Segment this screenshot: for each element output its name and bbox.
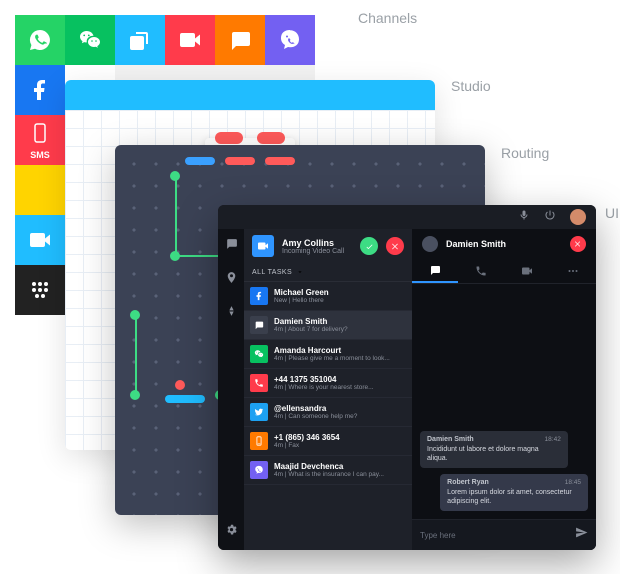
incoming-name: Amy Collins xyxy=(282,238,352,248)
label-studio: Studio xyxy=(451,78,491,94)
msg-body: Incididunt ut labore et dolore magna ali… xyxy=(427,445,561,463)
msg-time: 18:45 xyxy=(565,479,581,486)
chat-body: Damien Smith 18:42 Incididunt ut labore et… xyxy=(412,284,596,519)
task-sub: 4m | What is the insurance I can pay... xyxy=(274,471,384,478)
task-name: Maajid Devchenca xyxy=(274,462,384,471)
rail-gear-icon[interactable] xyxy=(225,522,238,540)
chat-avatar xyxy=(422,236,438,252)
rail-chat-icon[interactable] xyxy=(225,237,238,255)
chat-tabs xyxy=(412,259,596,284)
mic-icon[interactable] xyxy=(518,208,530,226)
channel-tile-sms[interactable]: SMS xyxy=(15,115,65,165)
incoming-sub: Incoming Video Call xyxy=(282,248,352,255)
ui-rail xyxy=(218,229,244,550)
studio-header xyxy=(65,80,435,110)
channel-tile-video[interactable] xyxy=(15,215,65,265)
chat-panel: Damien Smith Damien Smith 18:42 Incididunt… xyxy=(412,229,596,550)
task-item[interactable]: Damien Smith4m | About 7 for delivery? xyxy=(244,311,412,340)
task-name: Michael Green xyxy=(274,288,329,297)
chat-input[interactable]: Type here xyxy=(412,519,596,550)
task-item[interactable]: @ellensandra4m | Can someone help me? xyxy=(244,398,412,427)
sms-icon xyxy=(250,432,268,450)
accept-button[interactable] xyxy=(360,237,378,255)
facebook-icon xyxy=(250,287,268,305)
close-button[interactable] xyxy=(570,236,586,252)
label-ui: UI xyxy=(605,205,619,221)
task-item[interactable]: Amanda Harcourt4m | Please give me a mom… xyxy=(244,340,412,369)
tab-phone[interactable] xyxy=(458,259,504,283)
channel-tile-chat[interactable] xyxy=(215,15,265,65)
task-sub: 4m | Please give me a moment to look... xyxy=(274,355,390,362)
message: Damien Smith 18:42 Incididunt ut labore et… xyxy=(420,431,568,468)
channel-tile-whatsapp[interactable] xyxy=(15,15,65,65)
label-channels: Channels xyxy=(358,10,417,26)
avatar[interactable] xyxy=(570,209,586,225)
decline-button[interactable] xyxy=(386,237,404,255)
channel-tile-wechat[interactable] xyxy=(65,15,115,65)
task-name: +44 1375 351004 xyxy=(274,375,374,384)
chat-icon xyxy=(250,316,268,334)
channel-tile-viber[interactable] xyxy=(265,15,315,65)
task-sub: 4m | Can someone help me? xyxy=(274,413,357,420)
phone-icon xyxy=(250,374,268,392)
task-name: +1 (865) 346 3654 xyxy=(274,433,340,442)
task-sub: 4m | About 7 for delivery? xyxy=(274,326,348,333)
task-item[interactable]: +1 (865) 346 36544m | Fax xyxy=(244,427,412,456)
channel-tile-video[interactable] xyxy=(165,15,215,65)
label-routing: Routing xyxy=(501,145,549,161)
tab-chat[interactable] xyxy=(412,259,458,283)
task-list: Amy Collins Incoming Video Call ALL TASK… xyxy=(244,229,412,550)
task-item[interactable]: Maajid Devchenca4m | What is the insuran… xyxy=(244,456,412,485)
channel-tile-bbm[interactable] xyxy=(15,265,65,315)
rail-dir-icon[interactable] xyxy=(225,305,238,323)
channel-tile-blank xyxy=(15,165,65,215)
video-icon xyxy=(252,235,274,257)
ui-panel: Amy Collins Incoming Video Call ALL TASK… xyxy=(218,205,596,550)
task-sub: New | Hello there xyxy=(274,297,329,304)
channel-tile-copy[interactable] xyxy=(115,15,165,65)
wechat-icon xyxy=(250,345,268,363)
viber-icon xyxy=(250,461,268,479)
msg-author: Robert Ryan xyxy=(447,479,489,486)
channel-tile-facebook[interactable] xyxy=(15,65,65,115)
ui-topbar xyxy=(218,205,596,229)
tab-video[interactable] xyxy=(504,259,550,283)
all-tasks-header[interactable]: ALL TASKS xyxy=(244,263,412,282)
msg-body: Lorem ipsum dolor sit amet, consectetur … xyxy=(447,488,581,506)
message: Robert Ryan 18:45 Lorem ipsum dolor sit am… xyxy=(440,474,588,511)
chat-placeholder: Type here xyxy=(420,531,575,540)
task-name: @ellensandra xyxy=(274,404,357,413)
task-item[interactable]: Michael GreenNew | Hello there xyxy=(244,282,412,311)
send-icon[interactable] xyxy=(575,526,588,544)
power-icon[interactable] xyxy=(544,208,556,226)
chevron-down-icon xyxy=(296,268,304,276)
tab-more[interactable] xyxy=(550,259,596,283)
chat-title: Damien Smith xyxy=(446,239,562,249)
chat-header: Damien Smith xyxy=(412,229,596,259)
task-sub: 4m | Fax xyxy=(274,442,340,449)
task-sub: 4m | Where is your nearest store... xyxy=(274,384,374,391)
twitter-icon xyxy=(250,403,268,421)
msg-author: Damien Smith xyxy=(427,436,474,443)
msg-time: 18:42 xyxy=(545,436,561,443)
task-item[interactable]: +44 1375 3510044m | Where is your neares… xyxy=(244,369,412,398)
rail-pin-icon[interactable] xyxy=(225,271,238,289)
task-name: Amanda Harcourt xyxy=(274,346,390,355)
incoming-call-row: Amy Collins Incoming Video Call xyxy=(244,229,412,263)
task-name: Damien Smith xyxy=(274,317,348,326)
